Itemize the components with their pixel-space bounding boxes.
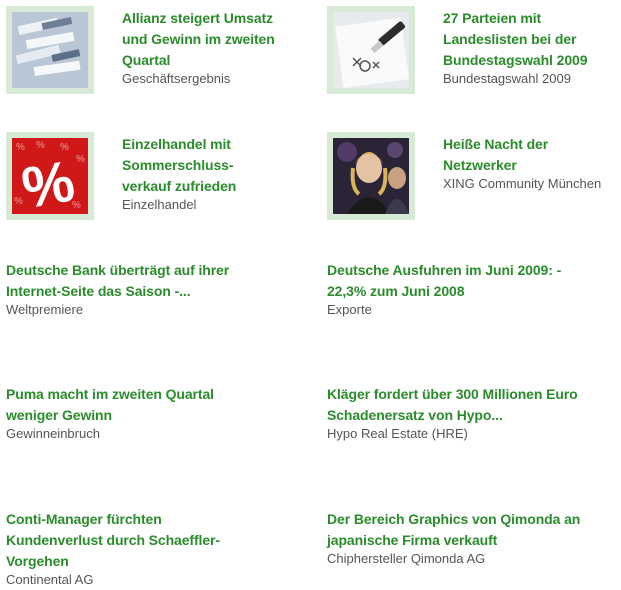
news-headline-link[interactable]: Puma macht im zweiten Quartal weniger Ge… <box>6 384 306 426</box>
news-item: Deutsche Bank überträgt auf ihrer Intern… <box>6 260 306 318</box>
news-thumbnail[interactable] <box>327 6 415 94</box>
news-category: Exporte <box>327 302 372 317</box>
news-headline-link[interactable]: Deutsche Bank überträgt auf ihrer Intern… <box>6 260 306 302</box>
headline-line: Kundenverlust durch Schaeffler- <box>6 532 220 548</box>
svg-text:%: % <box>76 154 85 165</box>
headline-line: Einzelhandel mit <box>122 136 231 152</box>
news-category: Weltpremiere <box>6 302 84 317</box>
headline-line: Sommerschluss- <box>122 157 234 173</box>
news-item: Conti-Manager fürchten Kundenverlust dur… <box>6 509 306 588</box>
people-party-photo-icon <box>333 138 409 214</box>
svg-text:%: % <box>16 142 25 153</box>
news-item: Puma macht im zweiten Quartal weniger Ge… <box>6 384 306 442</box>
news-category: Gewinneinbruch <box>6 426 100 441</box>
news-category: Geschäftsergebnis <box>122 71 231 86</box>
news-thumbnail[interactable] <box>6 6 94 94</box>
headline-line: Netzwerker <box>443 157 517 173</box>
headline-line: Deutsche Bank überträgt auf ihrer <box>6 262 230 278</box>
news-item: Der Bereich Graphics von Qimonda an japa… <box>327 509 621 567</box>
headline-line: Allianz steigert Umsatz <box>122 10 273 26</box>
news-category: Chiphersteller Qimonda AG <box>327 551 486 566</box>
news-headline-link[interactable]: Heiße Nacht der Netzwerker <box>443 134 621 176</box>
file-folders-photo-icon <box>12 12 88 88</box>
headline-line: weniger Gewinn <box>6 407 112 423</box>
headline-line: Deutsche Ausfuhren im Juni 2009: - <box>327 262 562 278</box>
headline-line: Bundestagswahl 2009 <box>443 52 588 68</box>
headline-line: Conti-Manager fürchten <box>6 511 162 527</box>
news-headline-link[interactable]: Deutsche Ausfuhren im Juni 2009: - 22,3%… <box>327 260 621 302</box>
ballot-pen-photo-icon <box>333 12 409 88</box>
headline-line: Internet-Seite das Saison -... <box>6 283 191 299</box>
featured-news-item: %%% %%% % Einzelhandel mit Sommerschluss… <box>6 132 306 232</box>
news-category: Bundestagswahl 2009 <box>443 71 571 86</box>
headline-line: Der Bereich Graphics von Qimonda an <box>327 511 581 527</box>
news-headline-link[interactable]: Conti-Manager fürchten Kundenverlust dur… <box>6 509 306 572</box>
featured-news-item: 27 Parteien mit Landeslisten bei der Bun… <box>327 6 621 106</box>
news-thumbnail[interactable] <box>327 132 415 220</box>
headline-line: Kläger fordert über 300 Millionen Euro <box>327 386 578 402</box>
svg-text:%: % <box>36 140 45 151</box>
news-category: Continental AG <box>6 572 94 587</box>
headline-line: und Gewinn im zweiten <box>122 31 275 47</box>
news-category: Hypo Real Estate (HRE) <box>327 426 468 441</box>
news-item: Kläger fordert über 300 Millionen Euro S… <box>327 384 621 442</box>
news-headline-link[interactable]: Einzelhandel mit Sommerschluss- verkauf … <box>122 134 312 197</box>
headline-line: Heiße Nacht der <box>443 136 549 152</box>
headline-line: verkauf zufrieden <box>122 178 237 194</box>
news-item: Deutsche Ausfuhren im Juni 2009: - 22,3%… <box>327 260 621 318</box>
headline-line: 22,3% zum Juni 2008 <box>327 283 465 299</box>
news-category: XING Community München <box>443 176 602 191</box>
featured-news-item: Allianz steigert Umsatz und Gewinn im zw… <box>6 6 306 106</box>
news-category: Einzelhandel <box>122 197 197 212</box>
news-headline-link[interactable]: Allianz steigert Umsatz und Gewinn im zw… <box>122 8 312 71</box>
news-headline-link[interactable]: Der Bereich Graphics von Qimonda an japa… <box>327 509 621 551</box>
news-thumbnail[interactable]: %%% %%% % <box>6 132 94 220</box>
headline-line: japanische Firma verkauft <box>327 532 498 548</box>
percent-sign-photo-icon: %%% %%% % <box>12 138 88 214</box>
headline-line: Quartal <box>122 52 171 68</box>
headline-line: Schadenersatz von Hypo... <box>327 407 503 423</box>
featured-news-item: Heiße Nacht der Netzwerker XING Communit… <box>327 132 621 232</box>
headline-line: Vorgehen <box>6 553 69 569</box>
headline-line: Landeslisten bei der <box>443 31 577 47</box>
svg-text:%: % <box>14 196 23 207</box>
news-headline-link[interactable]: Kläger fordert über 300 Millionen Euro S… <box>327 384 621 426</box>
news-headline-link[interactable]: 27 Parteien mit Landeslisten bei der Bun… <box>443 8 621 71</box>
headline-line: 27 Parteien mit <box>443 10 542 26</box>
headline-line: Puma macht im zweiten Quartal <box>6 386 214 402</box>
